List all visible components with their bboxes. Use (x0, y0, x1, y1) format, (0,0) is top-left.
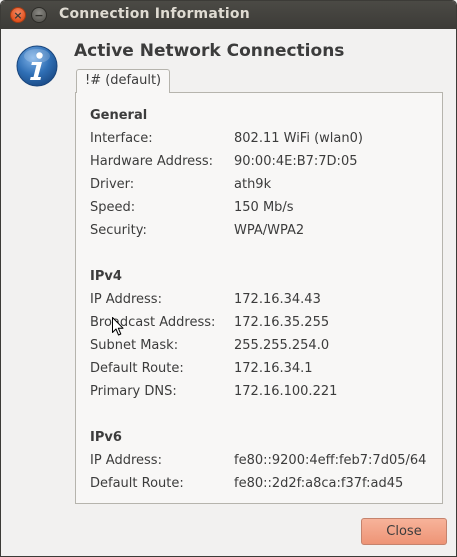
tab-default[interactable]: !# (default) (76, 69, 171, 93)
info-row-primary-dns: Primary DNS: 172.16.100.221 (90, 384, 440, 402)
row-label: Security: (90, 223, 147, 238)
row-label: IP Address: (90, 453, 162, 468)
section-title-ipv6: IPv6 (90, 430, 122, 445)
row-label: Hardware Address: (90, 154, 214, 169)
close-button[interactable]: Close (361, 518, 447, 545)
row-value: 150 Mb/s (234, 200, 294, 215)
info-row-ipv4-default-route: Default Route: 172.16.34.1 (90, 361, 440, 379)
info-row-speed: Speed: 150 Mb/s (90, 200, 440, 218)
connection-details-panel: General Interface: 802.11 WiFi (wlan0) H… (75, 92, 443, 504)
row-value: 172.16.34.1 (234, 361, 313, 376)
row-value: 802.11 WiFi (wlan0) (234, 131, 363, 146)
row-value: 90:00:4E:B7:7D:05 (234, 154, 358, 169)
row-label: Interface: (90, 131, 153, 146)
row-value: 172.16.100.221 (234, 384, 338, 399)
row-value: 255.255.254.0 (234, 338, 330, 353)
row-label: Primary DNS: (90, 384, 177, 399)
section-title-general: General (90, 108, 148, 123)
window-title: Connection Information (59, 6, 250, 22)
row-label: Default Route: (90, 361, 184, 376)
info-row-ipv4-address: IP Address: 172.16.34.43 (90, 292, 440, 310)
row-value: 172.16.35.255 (234, 315, 330, 330)
title-bar[interactable]: × − Connection Information (1, 1, 456, 29)
row-value: fe80::2d2f:a8ca:f37f:ad45 (234, 476, 404, 491)
info-row-broadcast-address: Broadcast Address: 172.16.35.255 (90, 315, 440, 333)
info-icon (16, 45, 58, 87)
page-title: Active Network Connections (74, 41, 345, 61)
info-row-interface: Interface: 802.11 WiFi (wlan0) (90, 131, 440, 149)
info-row-hardware-address: Hardware Address: 90:00:4E:B7:7D:05 (90, 154, 440, 172)
row-label: Driver: (90, 177, 135, 192)
row-label: Broadcast Address: (90, 315, 216, 330)
mouse-pointer-icon (112, 317, 124, 336)
connection-info-window: × − Connection Information Active Networ… (0, 0, 457, 557)
row-value: WPA/WPA2 (234, 223, 305, 238)
info-row-ipv6-default-route: Default Route: fe80::2d2f:a8ca:f37f:ad45 (90, 476, 440, 494)
window-close-button[interactable]: × (10, 7, 26, 23)
window-minimize-button[interactable]: − (31, 7, 47, 23)
row-label: Default Route: (90, 476, 184, 491)
row-label: Subnet Mask: (90, 338, 179, 353)
row-value: fe80::9200:4eff:feb7:7d05/64 (234, 453, 427, 468)
row-label: Speed: (90, 200, 136, 215)
info-row-security: Security: WPA/WPA2 (90, 223, 440, 241)
info-row-ipv6-address: IP Address: fe80::9200:4eff:feb7:7d05/64 (90, 453, 440, 471)
row-label: IP Address: (90, 292, 162, 307)
section-title-ipv4: IPv4 (90, 269, 122, 284)
info-row-subnet-mask: Subnet Mask: 255.255.254.0 (90, 338, 440, 356)
info-row-driver: Driver: ath9k (90, 177, 440, 195)
row-value: 172.16.34.43 (234, 292, 321, 307)
row-value: ath9k (234, 177, 272, 192)
